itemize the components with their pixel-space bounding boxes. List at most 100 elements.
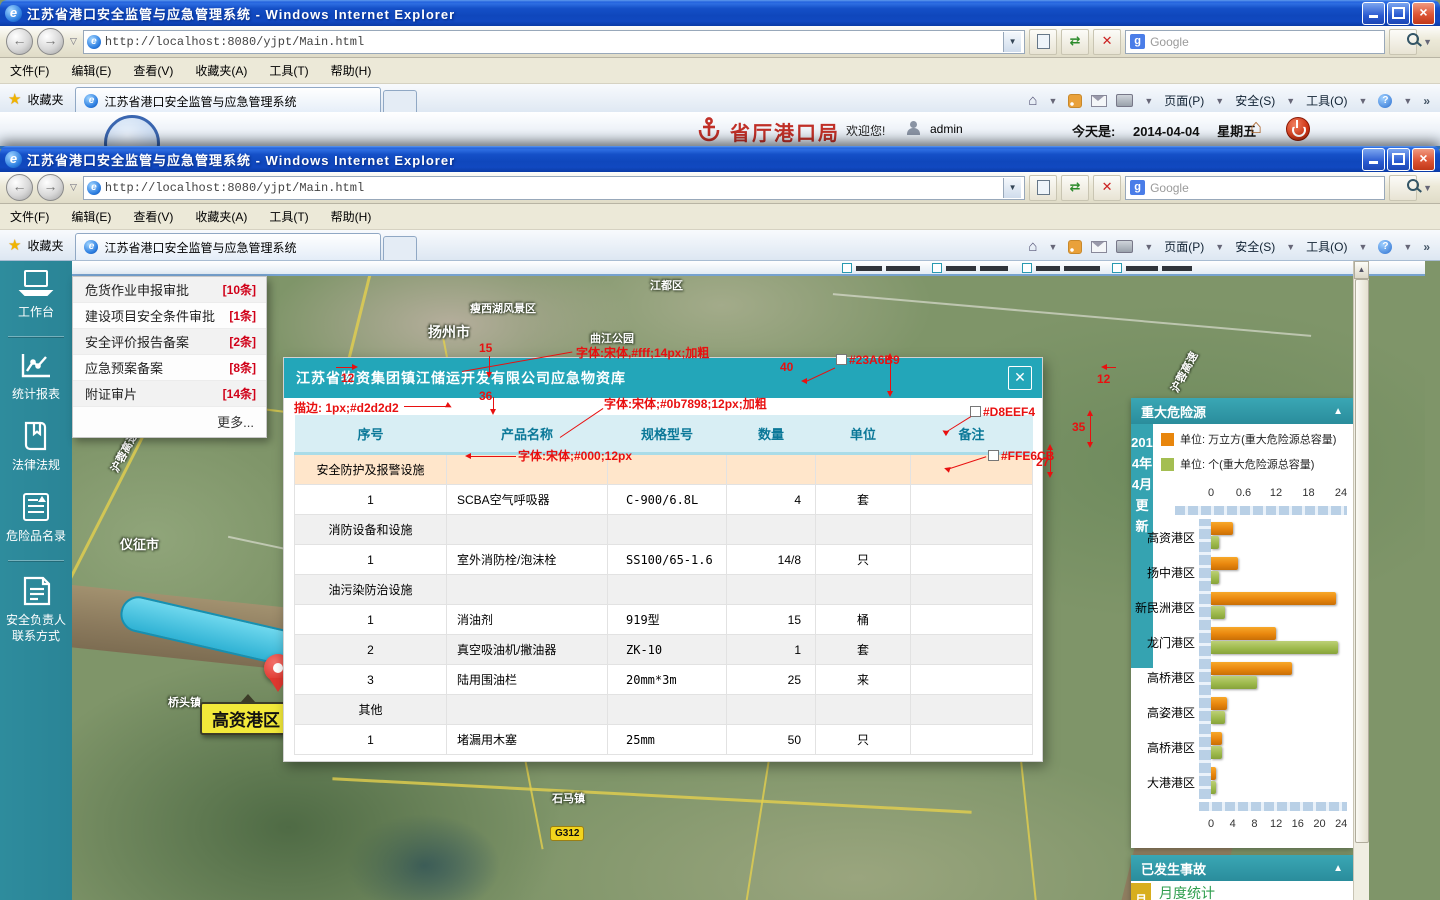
collapse-icon[interactable]: ▲ [1333,406,1343,417]
nav-history-dropdown[interactable]: ▽ [68,182,79,193]
forward-button[interactable]: → [37,174,64,201]
help-icon[interactable]: ? [1378,94,1392,108]
menubar-item[interactable]: 查看(V) [133,62,173,79]
search-options-dropdown[interactable]: ▼ [1421,37,1434,47]
nav-history-dropdown[interactable]: ▽ [68,36,79,47]
url-field[interactable]: e http://localhost:8080/yjpt/Main.html ▼ [83,176,1025,200]
close-button[interactable]: × [1412,148,1435,171]
menu-panel-item[interactable]: 附证审片[14条] [73,381,266,407]
menubar-item[interactable]: 工具(T) [269,208,308,225]
stop-button[interactable]: ✕ [1093,175,1121,201]
checkbox-icon[interactable] [842,263,852,273]
titlebar[interactable]: e 江苏省港口安全监管与应急管理系统 - Windows Internet Ex… [0,146,1440,172]
maximize-button[interactable] [1387,2,1410,25]
logout-power-icon[interactable] [1286,117,1310,141]
tools-menu[interactable]: 工具(O) [1306,92,1347,109]
url-field[interactable]: e http://localhost:8080/yjpt/Main.html ▼ [83,30,1025,54]
menu-panel-item[interactable]: 应急预案备案[8条] [73,355,266,381]
scrollbar-thumb[interactable] [1355,279,1369,843]
accident-panel-header[interactable]: 已发生事故 ▲ [1131,855,1353,881]
search-box[interactable]: g Google [1125,30,1385,54]
back-button[interactable]: ← [6,28,33,55]
layer-toggle[interactable] [1112,263,1192,273]
search-options-dropdown[interactable]: ▼ [1421,183,1434,193]
page-menu[interactable]: 页面(P) [1164,92,1204,109]
menubar-item[interactable]: 查看(V) [133,208,173,225]
mail-icon[interactable] [1091,241,1107,253]
page-menu[interactable]: 页面(P) [1164,238,1204,255]
rss-icon[interactable] [1068,240,1082,254]
new-tab-button[interactable] [383,236,417,260]
refresh-button[interactable]: ⇄ [1061,175,1089,201]
collapse-icon[interactable]: ▲ [1333,863,1343,874]
titlebar[interactable]: e 江苏省港口安全监管与应急管理系统 - Windows Internet Ex… [0,0,1440,26]
menubar-item[interactable]: 收藏夹(A) [195,208,247,225]
sidebar-item-hazlist[interactable]: 危险品名录 [0,483,72,554]
menu-panel-item[interactable]: 危货作业申报审批[10条] [73,277,266,303]
help-icon[interactable]: ? [1378,240,1392,254]
forward-button[interactable]: → [37,28,64,55]
menubar-item[interactable]: 编辑(E) [71,62,111,79]
favorites-button[interactable]: ★ 收藏夹 [0,90,75,114]
url-dropdown[interactable]: ▼ [1003,32,1021,52]
minimize-button[interactable] [1362,148,1385,171]
layer-toggle[interactable] [842,263,920,273]
close-button[interactable]: × [1412,2,1435,25]
tools-menu[interactable]: 工具(O) [1306,238,1347,255]
home-icon[interactable]: ⌂ [1028,94,1037,108]
accident-tab-1[interactable]: 月度 [1131,883,1151,900]
vertical-scrollbar[interactable]: ▲ [1353,261,1369,900]
back-button[interactable]: ← [6,174,33,201]
safety-menu[interactable]: 安全(S) [1235,92,1275,109]
menubar-item[interactable]: 工具(T) [269,62,308,79]
layer-toggle[interactable] [932,263,1008,273]
dialog-close-button[interactable]: ✕ [1008,366,1032,390]
print-dropdown[interactable]: ▼ [1142,96,1155,106]
compatibility-button[interactable] [1029,29,1057,55]
overflow-chevron[interactable]: » [1423,240,1430,254]
tab-active[interactable]: e 江苏省港口安全监管与应急管理系统 [75,233,381,260]
layer-toggle[interactable] [1022,263,1100,273]
home-dropdown[interactable]: ▼ [1046,242,1059,252]
menubar-item[interactable]: 帮助(H) [331,62,372,79]
safety-menu[interactable]: 安全(S) [1235,238,1275,255]
favorites-button[interactable]: ★ 收藏夹 [0,236,75,260]
hazard-panel-header[interactable]: 重大危险源 ▲ [1131,398,1353,424]
home-dropdown[interactable]: ▼ [1046,96,1059,106]
menu-more-link[interactable]: 更多... [73,407,266,437]
sidebar-item-report[interactable]: 统计报表 [0,343,72,412]
checkbox-icon[interactable] [932,263,942,273]
search-button[interactable] [1389,29,1417,55]
sidebar-item-workbench[interactable]: 工作台 [0,261,72,330]
menubar-item[interactable]: 编辑(E) [71,208,111,225]
menubar-item[interactable]: 文件(F) [10,62,49,79]
rss-icon[interactable] [1068,94,1082,108]
search-box[interactable]: g Google [1125,176,1385,200]
overflow-chevron[interactable]: » [1423,94,1430,108]
print-icon[interactable] [1116,240,1133,253]
sidebar-item-contact[interactable]: 安全负责人联系方式 [0,567,72,654]
checkbox-icon[interactable] [1112,263,1122,273]
new-tab-button[interactable] [383,90,417,114]
checkbox-icon[interactable] [1022,263,1032,273]
compatibility-button[interactable] [1029,175,1057,201]
print-dropdown[interactable]: ▼ [1142,242,1155,252]
tab-active[interactable]: e 江苏省港口安全监管与应急管理系统 [75,87,381,114]
search-button[interactable] [1389,175,1417,201]
url-dropdown[interactable]: ▼ [1003,178,1021,198]
banner-home-icon[interactable]: ⌂ [1250,116,1262,139]
menubar-item[interactable]: 帮助(H) [331,208,372,225]
sidebar-item-law[interactable]: 法律法规 [0,412,72,483]
port-marker-label[interactable]: 高资港区 [200,702,292,735]
menu-panel-item[interactable]: 建设项目安全条件审批[1条] [73,303,266,329]
menubar-item[interactable]: 收藏夹(A) [195,62,247,79]
menu-panel-item[interactable]: 安全评价报告备案[2条] [73,329,266,355]
stop-button[interactable]: ✕ [1093,29,1121,55]
print-icon[interactable] [1116,94,1133,107]
mail-icon[interactable] [1091,95,1107,107]
maximize-button[interactable] [1387,148,1410,171]
menubar-item[interactable]: 文件(F) [10,208,49,225]
scroll-up-button[interactable]: ▲ [1354,261,1369,279]
home-icon[interactable]: ⌂ [1028,240,1037,254]
minimize-button[interactable] [1362,2,1385,25]
